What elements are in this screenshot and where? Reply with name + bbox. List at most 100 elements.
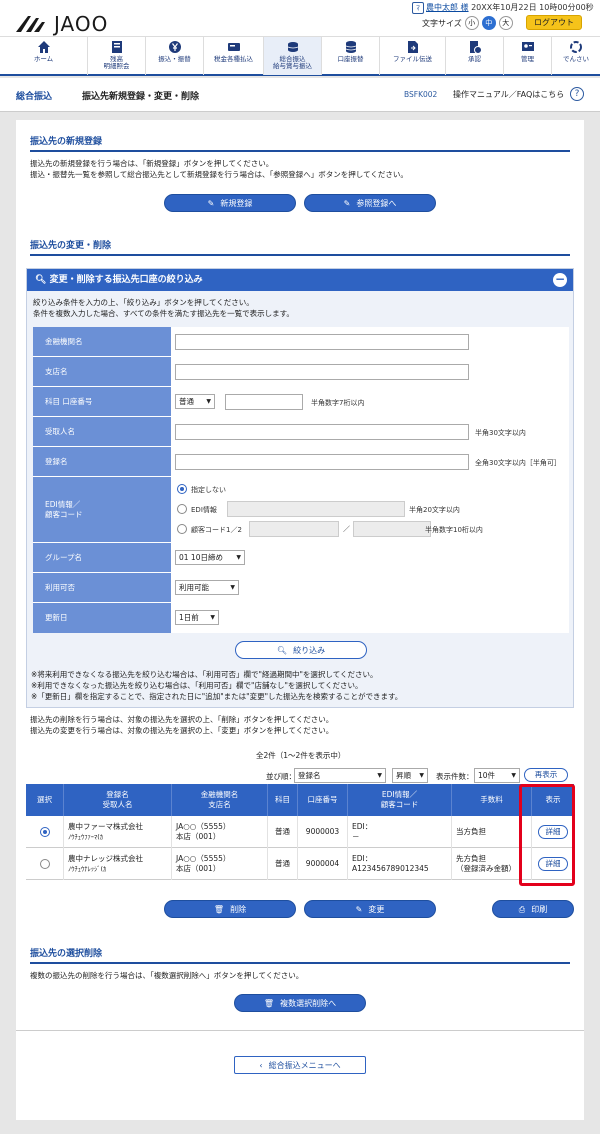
table-row[interactable]: 農中ナレッジ株式会社 ﾉｳﾁｭｳﾅﾚｯｼﾞ(ｶ JA○○（5555） 本店（00… [26, 848, 574, 880]
bulk-section-heading: 振込先の選択削除 [30, 949, 103, 959]
coins-stack-icon [345, 41, 356, 53]
usable-select[interactable]: 利用可能 [175, 580, 239, 595]
font-size-medium-button[interactable]: 中 [481, 16, 496, 30]
reference-register-label: 参照登録へ [356, 199, 397, 208]
nav-transfer[interactable]: 振込・振替 [146, 37, 204, 75]
customer-code2-input[interactable] [353, 521, 431, 537]
page-title-bar: 総合振込 振込先新規登録・変更・削除 BSFK002 操作マニュアル／FAQはこ… [0, 78, 600, 112]
nav-home[interactable]: ホーム [0, 37, 88, 75]
nav-tax[interactable]: 税金各種払込 [204, 37, 264, 75]
passbook-icon [111, 41, 122, 53]
divider [16, 1030, 584, 1031]
nav-balance-label: 残高 明細照会 [103, 55, 130, 70]
ja-logo[interactable]: JAOO [14, 10, 124, 36]
account-number-input[interactable] [225, 394, 303, 410]
filter-row-reg-name: 登録名 全角30文字以内［半角可］ [33, 447, 569, 477]
row-reg-name: 農中ナレッジ株式会社 [68, 854, 143, 863]
edi-label: EDI情報／ 顧客コード [33, 477, 171, 542]
nav-balance[interactable]: 残高 明細照会 [88, 37, 146, 75]
row-edi: EDI： － [348, 816, 452, 848]
row-select-radio[interactable] [39, 827, 50, 837]
customer-code1-input[interactable] [249, 521, 339, 537]
row-select-radio[interactable] [39, 859, 50, 869]
order-select[interactable]: 昇順 [392, 768, 428, 783]
per-page-label: 表示件数： [436, 772, 474, 781]
account-type-select[interactable]: 普通 [175, 394, 215, 409]
edi-info-input[interactable] [227, 501, 405, 517]
filter-note: ※利用できなくなった振込先を絞り込む場合は、「利用可否」欄で"店舗なし"を選択し… [31, 681, 363, 690]
per-page-select[interactable]: 10件 [474, 768, 520, 783]
filter-panel-header[interactable]: 🔍︎ 変更・削除する振込先口座の絞り込み − [27, 269, 573, 291]
payee-label: 受取人名 [33, 417, 171, 446]
font-size-switcher: 文字サイズ 小 中 大 [422, 16, 513, 30]
row-account: 9000004 [298, 848, 348, 880]
font-size-small-button[interactable]: 小 [464, 16, 479, 30]
trash-icon: 🗑︎ [213, 905, 225, 914]
row-bank: JA○○（5555） 本店（001） [172, 816, 268, 848]
customer-code-radio[interactable] [177, 524, 187, 534]
usable-label: 利用可否 [33, 573, 171, 602]
filter-note: ※「更新日」欄を指定することで、指定された日に"追加"または"変更"した振込先を… [31, 692, 403, 701]
help-link[interactable]: 操作マニュアル／FAQはこちら [453, 89, 564, 100]
payee-name-input[interactable] [175, 424, 469, 440]
col-select: 選択 [26, 784, 64, 816]
file-transfer-icon [407, 41, 418, 53]
user-name-link[interactable]: 農中太郎 様 [426, 3, 469, 12]
collapse-icon[interactable]: − [553, 273, 567, 287]
reg-name-hint: 全角30文字以内［半角可］ [475, 459, 561, 467]
table-row[interactable]: 農中ファーマ株式会社 ﾉｳﾁｭｳﾌｧｰﾏ(ｶ JA○○（5555） 本店（001… [26, 816, 574, 848]
change-label: 変更 [368, 905, 385, 914]
nav-approval[interactable]: 承認 [446, 37, 504, 75]
search-icon: 🔍︎ [35, 275, 47, 285]
font-size-label: 文字サイズ [422, 18, 462, 28]
new-section-heading: 振込先の新規登録 [30, 137, 103, 147]
delete-button[interactable]: 🗑︎ 削除 [164, 900, 296, 918]
nav-home-label: ホーム [33, 55, 54, 63]
change-section-heading: 振込先の変更・削除 [30, 241, 112, 251]
branch-label: 支店名 [33, 357, 171, 386]
nav-densai[interactable]: でんさい [552, 37, 600, 75]
reg-name-input[interactable] [175, 454, 469, 470]
edi-none-label: 指定しない [191, 486, 226, 494]
yen-transfer-icon [168, 41, 181, 53]
edi-hint: 半角20文字以内 [409, 506, 460, 514]
reference-register-button[interactable]: ✎ 参照登録へ [304, 194, 436, 212]
print-button[interactable]: ⎙ 印刷 [492, 900, 574, 918]
logo-text: JAOO [54, 12, 109, 36]
col-bank: 金融機関名 支店名 [172, 784, 268, 816]
updated-select[interactable]: 1日前 [175, 610, 219, 625]
col-type: 科目 [268, 784, 298, 816]
font-size-large-button[interactable]: 大 [498, 16, 513, 30]
redisplay-button[interactable]: 再表示 [524, 768, 568, 782]
filter-button[interactable]: 🔍︎ 絞り込み [235, 641, 367, 659]
admin-icon [521, 42, 534, 51]
new-register-button[interactable]: ✎ 新規登録 [164, 194, 296, 212]
col-account: 口座番号 [298, 784, 348, 816]
nav-sogo-furikomi[interactable]: 総合振込 給与賞与振込 [264, 37, 322, 75]
nav-file-transfer[interactable]: ファイル伝送 [380, 37, 446, 75]
user-icon: ﾏ [412, 2, 424, 14]
nav-koza-furikae[interactable]: 口座振替 [322, 37, 380, 75]
bulk-delete-label: 複数選択削除へ [280, 999, 337, 1008]
help-icon[interactable]: ? [570, 87, 584, 101]
nav-admin[interactable]: 管理 [504, 37, 552, 75]
content-panel: 振込先の新規登録 振込先の新規登録を行う場合は、「新規登録」ボタンを押してくださ… [16, 120, 584, 1120]
bulk-delete-button[interactable]: 🗑︎ 複数選択削除へ [234, 994, 366, 1012]
branch-name-input[interactable] [175, 364, 469, 380]
highlight-frame [519, 784, 575, 886]
approval-icon [469, 41, 482, 54]
sort-select[interactable]: 登録名 [294, 768, 386, 783]
change-button[interactable]: ✎ 変更 [304, 900, 436, 918]
bulk-instruction: 複数の振込先の削除を行う場合は、「複数選択削除へ」ボタンを押してください。 [30, 971, 304, 980]
edi-none-radio[interactable] [177, 484, 187, 494]
edi-info-radio[interactable] [177, 504, 187, 514]
filter-button-label: 絞り込み [293, 646, 326, 655]
group-select[interactable]: 01 10日締め [175, 550, 245, 565]
back-to-menu-button[interactable]: ‹ 総合振込メニューへ [234, 1056, 366, 1074]
result-count: 全2件（1〜2件を表示中） [256, 751, 346, 760]
nav-transfer-label: 振込・振替 [158, 55, 191, 63]
delete-instruction: 振込先の削除を行う場合は、対象の振込先を選択の上、「削除」ボタンを押してください… [30, 715, 334, 724]
delete-label: 削除 [230, 905, 247, 914]
bank-name-input[interactable] [175, 334, 469, 350]
logout-button[interactable]: ログアウト [526, 15, 582, 30]
